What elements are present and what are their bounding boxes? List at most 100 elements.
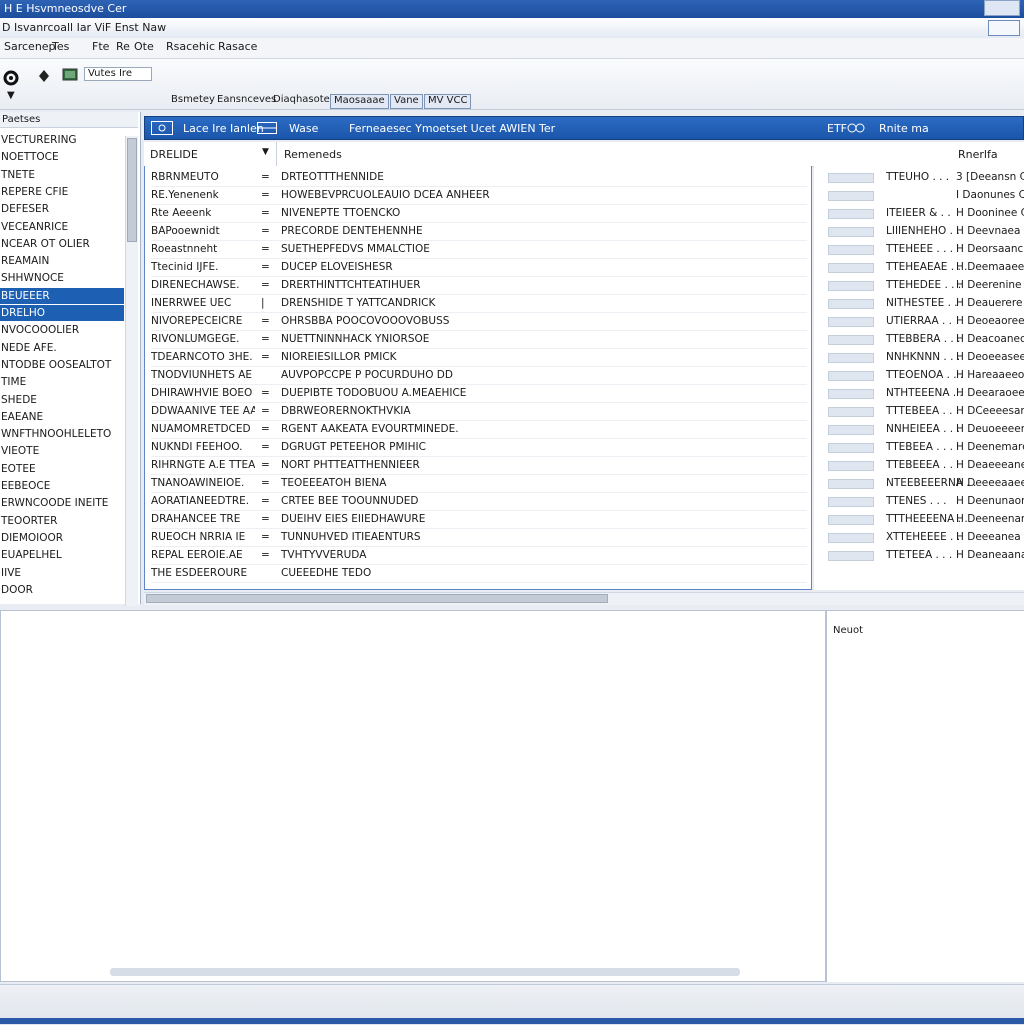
tree-item[interactable]: REPERE CFIE xyxy=(0,184,124,200)
scroll-thumb[interactable] xyxy=(146,594,608,603)
tree-item[interactable]: EUAPELHEL xyxy=(0,547,124,563)
table-row[interactable]: BAPooewnidt = PRECORDE DENTEHENNHE xyxy=(151,222,807,241)
tree-item[interactable]: ERWNCOODE INEITE xyxy=(0,495,124,511)
tree-item[interactable]: EEBEOCE xyxy=(0,478,124,494)
table-row[interactable]: AORATIANEEDTRE. = CRTEE BEE TOOUNNUDED xyxy=(151,492,807,511)
right-table-row[interactable]: NTHTEEENA . .H Deearaoee C xyxy=(814,384,1024,402)
table-row[interactable]: DHIRAWHVIE BOEO = DUEPIBTE TODOBUOU A.MEAE… xyxy=(151,384,807,403)
menu-item-0[interactable]: Sarcenep xyxy=(4,40,56,53)
right-table-row[interactable]: TTEUHO . . . 3 [Deeansn C xyxy=(814,168,1024,186)
menu-item-1[interactable]: Tes xyxy=(52,40,69,53)
table-row[interactable]: Roeastnneht = SUETHEPFEDVS MMALCTIOE xyxy=(151,240,807,259)
tree-item[interactable]: WNFTHNOOHLELETO xyxy=(0,426,124,442)
right-table-row[interactable]: TTEBBERA . . .H Deacoanec C xyxy=(814,330,1024,348)
link-icon[interactable] xyxy=(847,122,865,137)
column-header-3[interactable]: Rnerlfa xyxy=(958,148,998,161)
window-controls[interactable] xyxy=(984,0,1020,16)
table-row[interactable]: Ttecinid IJFE. = DUCEP ELOVEISHESR xyxy=(151,258,807,277)
table-row[interactable]: RIVONLUMGEGE. = NUETTNINNHACK YNIORSOE xyxy=(151,330,807,349)
menu-item-3[interactable]: Re xyxy=(116,40,130,53)
tree-item[interactable]: NOETTOCE xyxy=(0,149,124,165)
scroll-thumb[interactable] xyxy=(127,138,137,242)
menu-item-5[interactable]: Rsacehic xyxy=(166,40,215,53)
tree-item[interactable]: NVOCOOOLIER xyxy=(0,322,124,338)
tree-item[interactable]: VECTURERING xyxy=(0,132,124,148)
tree-item[interactable]: DEFESER xyxy=(0,201,124,217)
tree-item[interactable]: DOOR xyxy=(0,582,124,598)
tree-item[interactable]: IIVE xyxy=(0,565,124,581)
right-table-row[interactable]: NNHEIEEA . . .H Deuoeeeen C xyxy=(814,420,1024,438)
table-row[interactable]: DIRENECHAWSE. = DRERTHINTTCHTEATIHUER xyxy=(151,276,807,295)
table-row[interactable]: RE.Yenenenk = HOWEBEVPRCUOLEAUIO DCEA ANHE… xyxy=(151,186,807,205)
right-table-row[interactable]: TTENES . . . H Deenunaon C xyxy=(814,492,1024,510)
tree-item[interactable]: REAMAIN xyxy=(0,253,124,269)
right-table-row[interactable]: NITHESTEE . .H Deauerere C xyxy=(814,294,1024,312)
tree-item[interactable]: DRELHO xyxy=(0,305,124,321)
right-table-row[interactable]: TTEHEDEE . . .H Deerenine C xyxy=(814,276,1024,294)
right-table-row[interactable]: XTTEHEEEE . .H Deeeanea C xyxy=(814,528,1024,546)
restore-button[interactable] xyxy=(988,20,1020,36)
right-table-row[interactable]: TTEHEAEAE . . .H Deemaaee C xyxy=(814,258,1024,276)
menu-item-6[interactable]: Rasace xyxy=(218,40,257,53)
table-row[interactable]: TNODVIUNHETS AE DE 4a AUVPOPCCPE P POCURD… xyxy=(151,366,807,385)
tree-item[interactable]: SHHWNOCE xyxy=(0,270,124,286)
right-table-row[interactable]: TTEBEEA . . .H Deenemaree C xyxy=(814,438,1024,456)
view-selector[interactable]: Vutes Ire xyxy=(84,67,152,81)
right-table-row[interactable]: TTEBEEEA . .H Deaeeeane C xyxy=(814,456,1024,474)
table-row[interactable]: RBRNMEUTO = DRTEOTTTHENNIDE xyxy=(151,168,807,187)
tab-4[interactable]: Vane xyxy=(390,94,423,109)
column-header-2[interactable]: Remeneds xyxy=(284,148,342,161)
tree-item[interactable]: VECEANRICE xyxy=(0,219,124,235)
right-table-row[interactable]: LIIIENHEHO . .H Deevnaea C xyxy=(814,222,1024,240)
grid-icon[interactable] xyxy=(257,122,277,137)
tree-item[interactable]: BEUEEER xyxy=(0,287,124,304)
table-row[interactable]: RIHRNGTE A.E TTEAE = NORT PHTTEATTHENNIEER xyxy=(151,456,807,475)
tab-5[interactable]: MV VCC xyxy=(424,94,472,109)
sort-arrow-icon[interactable]: ▼ xyxy=(262,147,269,157)
horizontal-scrollbar[interactable] xyxy=(144,592,1024,605)
right-table-row[interactable]: TTTHEEEENA . .H Deeneenan C xyxy=(814,510,1024,528)
table-row[interactable]: DDWAANIVE TEE AA = DBRWEORERNOKTHVKIA xyxy=(151,402,807,421)
tree-item[interactable]: TNETE xyxy=(0,167,124,183)
tree-item[interactable]: TIME xyxy=(0,374,124,390)
table-row[interactable]: INERRWEE UEC | DRENSHIDE T YATTCANDRICK xyxy=(151,294,807,313)
menu-item-4[interactable]: Ote xyxy=(134,40,154,53)
right-table-row[interactable]: UTIERRAA . .H Deoeaoree C xyxy=(814,312,1024,330)
left-scrollbar[interactable] xyxy=(125,136,138,606)
tab-3[interactable]: Maosaaae xyxy=(330,94,389,109)
table-row[interactable]: NIVOREPECEICRE = OHRSBBA POOCOVOOOVOBUSS xyxy=(151,312,807,331)
right-table-row[interactable]: NTEEBEEERNA . .H Deeeeaaee C xyxy=(814,474,1024,492)
home-icon[interactable] xyxy=(151,121,173,138)
column-header-1[interactable]: DRELIDE xyxy=(150,148,198,161)
table-row[interactable]: NUKNDI FEEHOO. = DGRUGT PETEEHOR PMIHIC xyxy=(151,438,807,457)
diamond-icon[interactable] xyxy=(35,67,53,85)
table-row[interactable]: DRAHANCEE TRE = DUEIHV EIES EIIEDHAWURE xyxy=(151,510,807,529)
tree-item[interactable]: EOTEE xyxy=(0,461,124,477)
tree-item[interactable]: SHEDE xyxy=(0,392,124,408)
right-table-row[interactable]: NNHKNNN . . .H Deoeeasee C xyxy=(814,348,1024,366)
tab-0[interactable]: Bsmetey xyxy=(168,94,218,107)
tree-item[interactable]: DIEMOIOOR xyxy=(0,530,124,546)
chevron-down-icon[interactable]: ▼ xyxy=(7,90,15,101)
detail-scrollbar[interactable] xyxy=(110,968,740,976)
table-row[interactable]: THE ESDEEROURE CUEEEDHE TEDO xyxy=(151,564,807,583)
tree-item[interactable]: VIEOTE xyxy=(0,443,124,459)
table-row[interactable]: RUEOCH NRRIA IE = TUNNUHVED ITIEAENTURS xyxy=(151,528,807,547)
table-row[interactable]: TDEARNCOTO 3HE. = NIOREIESILLOR PMICK xyxy=(151,348,807,367)
table-row[interactable]: Rte Aeeenk = NIVENEPTE TTOENCKO xyxy=(151,204,807,223)
table-row[interactable]: TNANOAWINEIOE. = TEOEEEATOH BIENA xyxy=(151,474,807,493)
menu-item-2[interactable]: Fte xyxy=(92,40,109,53)
tree-item[interactable]: NEDE AFE. xyxy=(0,340,124,356)
right-table-row[interactable]: TTEHEEE . . .H Deorsaanc C xyxy=(814,240,1024,258)
monitor-icon[interactable] xyxy=(61,66,79,84)
table-row[interactable]: REPAL EEROIE.AE = TVHTYVVERUDA xyxy=(151,546,807,565)
right-table-row[interactable]: I Daonunes C xyxy=(814,186,1024,204)
table-row[interactable]: NUAMOMRETDCED = RGENT AAKEATA EVOURTMINEDE… xyxy=(151,420,807,439)
tree-item[interactable]: TEOORTER xyxy=(0,513,124,529)
tree-item[interactable]: NCEAR OT OLIER xyxy=(0,236,124,252)
tab-2[interactable]: Diaqhasote xyxy=(270,94,333,107)
right-table-row[interactable]: TTTEBEEA . . .H DCeeeesan C xyxy=(814,402,1024,420)
tree-item[interactable]: NTODBE OOSEALTOT xyxy=(0,357,124,373)
right-table-row[interactable]: TTEOENOA . . .H Hareaaeeo C xyxy=(814,366,1024,384)
right-table-row[interactable]: TTETEEA . . .H Deaneaana C xyxy=(814,546,1024,564)
